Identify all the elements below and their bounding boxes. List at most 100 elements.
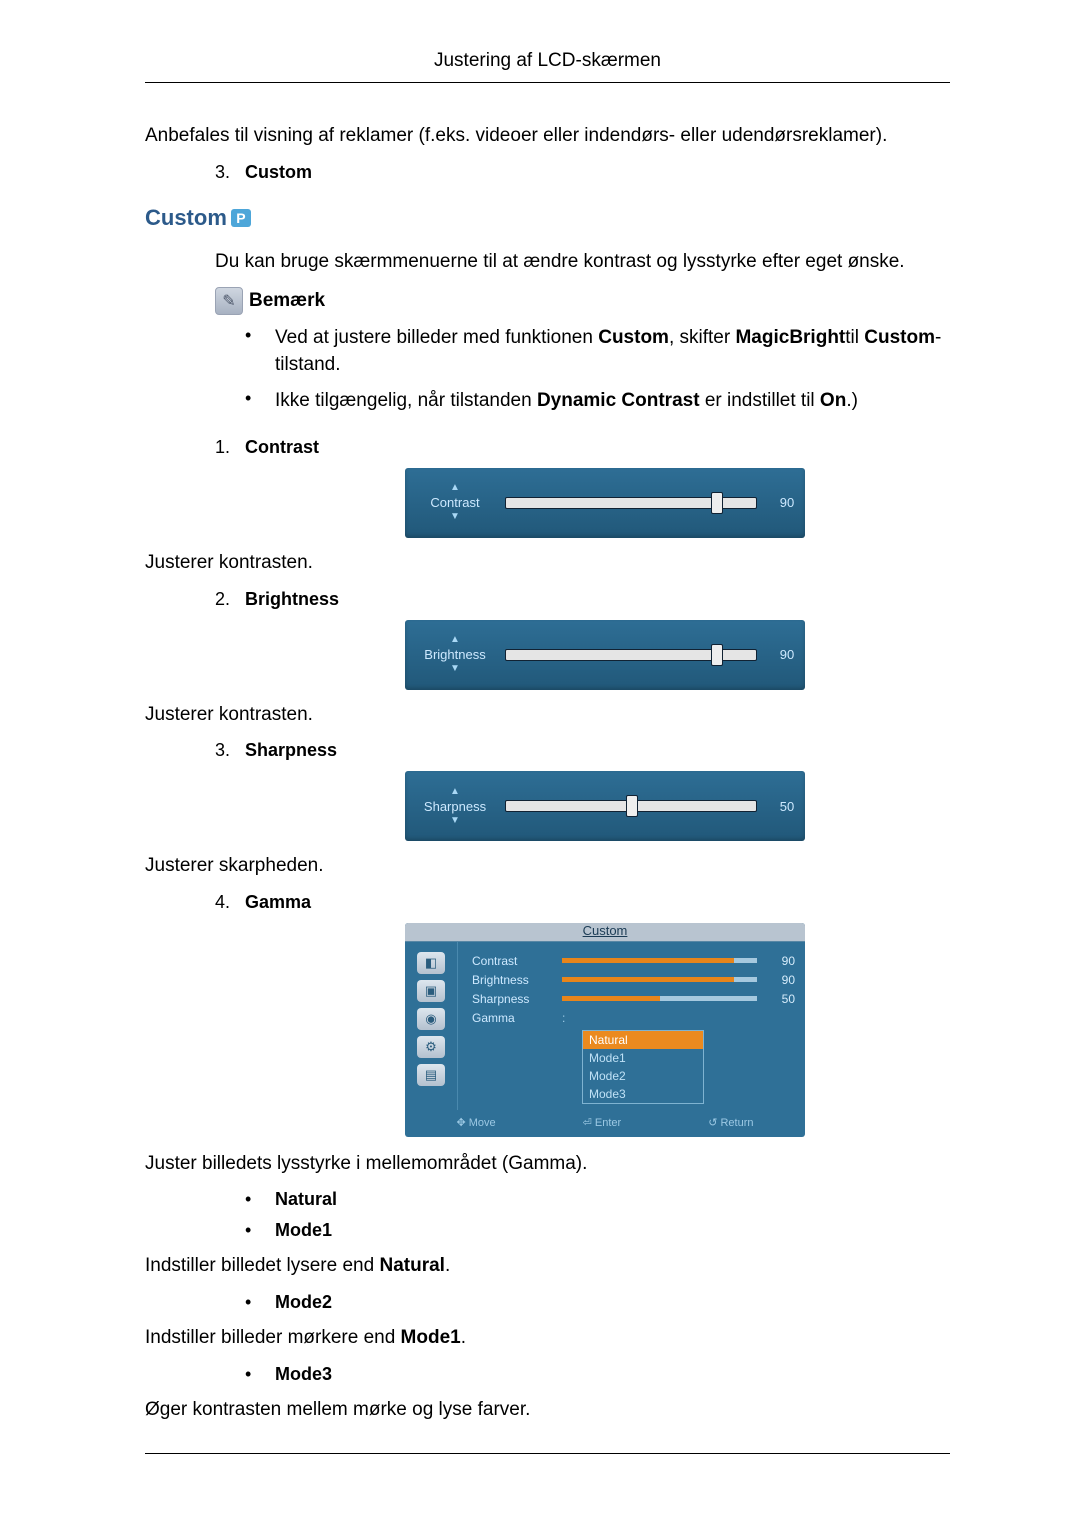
footer-hint-move: ✥ Move [456,1116,495,1129]
footer-hint-enter: ⏎ Enter [583,1116,622,1129]
setting-description: Justerer kontrasten. [145,550,950,577]
setting-label: Gamma [245,892,311,913]
text: . [445,1255,450,1276]
triangle-down-icon: ▼ [450,512,460,522]
gamma-option[interactable]: Natural [583,1031,703,1049]
text: til [845,327,864,348]
osd-menu-value: 90 [771,954,795,968]
footer-rule [145,1453,950,1454]
osd-menu-row-gamma[interactable]: Gamma : [472,1011,795,1025]
menu-tab-icon[interactable]: ◉ [417,1008,445,1030]
text: Indstiller billedet lysere end [145,1255,379,1276]
gamma-mode-mode3: Mode3 [245,1364,950,1385]
gamma-option[interactable]: Mode2 [583,1067,703,1085]
osd-slider-handle[interactable] [626,795,638,817]
osd-bar-sharpness: ▲ Sharpness ▼ 50 [405,771,805,841]
bullet-icon [245,1189,275,1210]
setting-row-sharpness: 3. Sharpness [215,740,950,761]
mode-label: Mode2 [275,1292,332,1313]
gamma-options: Natural Mode1 Mode2 Mode3 [582,1030,704,1104]
setting-row-brightness: 2. Brightness [215,589,950,610]
mode-label: Natural [275,1189,337,1210]
osd-panel-footer: ✥ Move ⏎ Enter ↺ Return [405,1110,805,1137]
section-heading-text: Custom [145,205,227,231]
osd-menu-value: 90 [771,973,795,987]
gamma-mode-mode1: Mode1 [245,1220,950,1241]
setting-label: Contrast [245,437,319,458]
text: Ved at justere billeder med funktionen [275,327,598,348]
text-bold: Natural [379,1255,444,1276]
mode-description: Indstiller billedet lysere end Natural. [145,1253,950,1280]
osd-menu-row[interactable]: Contrast 90 [472,954,795,968]
osd-mini-slider [562,958,757,963]
triangle-up-icon: ▲ [450,635,460,645]
osd-panel-gamma: Custom ◧ ▣ ◉ ⚙ ▤ Contrast 90 Brightness … [405,923,805,1137]
header-rule [145,82,950,83]
osd-slider-track[interactable] [505,497,757,509]
osd-menu-row[interactable]: Brightness 90 [472,973,795,987]
note-bullet-1: Ved at justere billeder med funktionen C… [245,325,950,378]
menu-tab-icon[interactable]: ▣ [417,980,445,1002]
gamma-option[interactable]: Mode3 [583,1085,703,1103]
text: Ikke tilgængelig, når tilstanden [275,390,537,411]
setting-description: Justerer skarpheden. [145,853,950,880]
setting-description: Justerer kontrasten. [145,702,950,729]
page-header: Justering af LCD-skærmen [145,50,950,72]
mode-label: Mode1 [275,1220,332,1241]
osd-menu-list: Contrast 90 Brightness 90 Sharpness 50 G… [458,942,805,1110]
gamma-mode-natural: Natural [245,1189,950,1210]
setting-label: Sharpness [245,740,337,761]
text-bold: MagicBright [735,327,845,348]
gamma-option[interactable]: Mode1 [583,1049,703,1067]
intro-paragraph: Anbefales til visning af reklamer (f.eks… [145,123,950,150]
menu-tab-icon[interactable]: ⚙ [417,1036,445,1058]
mode-label: Mode3 [275,1364,332,1385]
mode-description: Indstiller billeder mørkere end Mode1. [145,1325,950,1352]
note-label: Bemærk [249,290,325,312]
bullet-icon [245,388,275,415]
mode-description: Øger kontrasten mellem mørke og lyse far… [145,1397,950,1424]
osd-slider-track[interactable] [505,800,757,812]
text-bold: Custom [598,327,669,348]
text: . [461,1327,466,1348]
triangle-down-icon: ▼ [450,816,460,826]
bullet-icon [245,1220,275,1241]
osd-slider-handle[interactable] [711,492,723,514]
note-icon: ✎ [215,287,243,315]
osd-menu-row[interactable]: Sharpness 50 [472,992,795,1006]
osd-label: Contrast [430,495,479,510]
osd-icon-column: ◧ ▣ ◉ ⚙ ▤ [405,942,458,1110]
menu-tab-icon[interactable]: ◧ [417,952,445,974]
note-bullet-2: Ikke tilgængelig, når tilstanden Dynamic… [245,388,950,415]
setting-row-contrast: 1. Contrast [215,437,950,458]
list-number: 3. [215,162,245,183]
text-bold: Mode1 [401,1327,461,1348]
list-item-custom-short: 3. Custom [215,162,950,183]
osd-mini-slider [562,996,757,1001]
list-label: Custom [245,162,312,183]
osd-bar-brightness: ▲ Brightness ▼ 90 [405,620,805,690]
footer-hint-return: ↺ Return [708,1116,753,1129]
text-bold: On [820,390,846,411]
setting-label: Brightness [245,589,339,610]
text: Indstiller billeder mørkere end [145,1327,401,1348]
triangle-up-icon: ▲ [450,787,460,797]
osd-slider-handle[interactable] [711,644,723,666]
osd-mini-slider [562,977,757,982]
bullet-icon [245,1364,275,1385]
bullet-icon [245,1292,275,1313]
list-number: 3. [215,740,245,761]
osd-label: Sharpness [424,799,486,814]
osd-label-col: ▲ Sharpness ▼ [405,787,505,826]
text: er indstillet til [700,390,820,411]
osd-slider-track[interactable] [505,649,757,661]
text-bold: Dynamic Contrast [537,390,700,411]
note-row: ✎ Bemærk [215,287,950,315]
list-number: 4. [215,892,245,913]
osd-value: 90 [769,495,805,510]
osd-value: 90 [769,647,805,662]
menu-tab-icon[interactable]: ▤ [417,1064,445,1086]
gamma-description: Juster billedets lysstyrke i mellemområd… [145,1151,950,1178]
osd-menu-name: Brightness [472,973,554,987]
osd-menu-value: 50 [771,992,795,1006]
